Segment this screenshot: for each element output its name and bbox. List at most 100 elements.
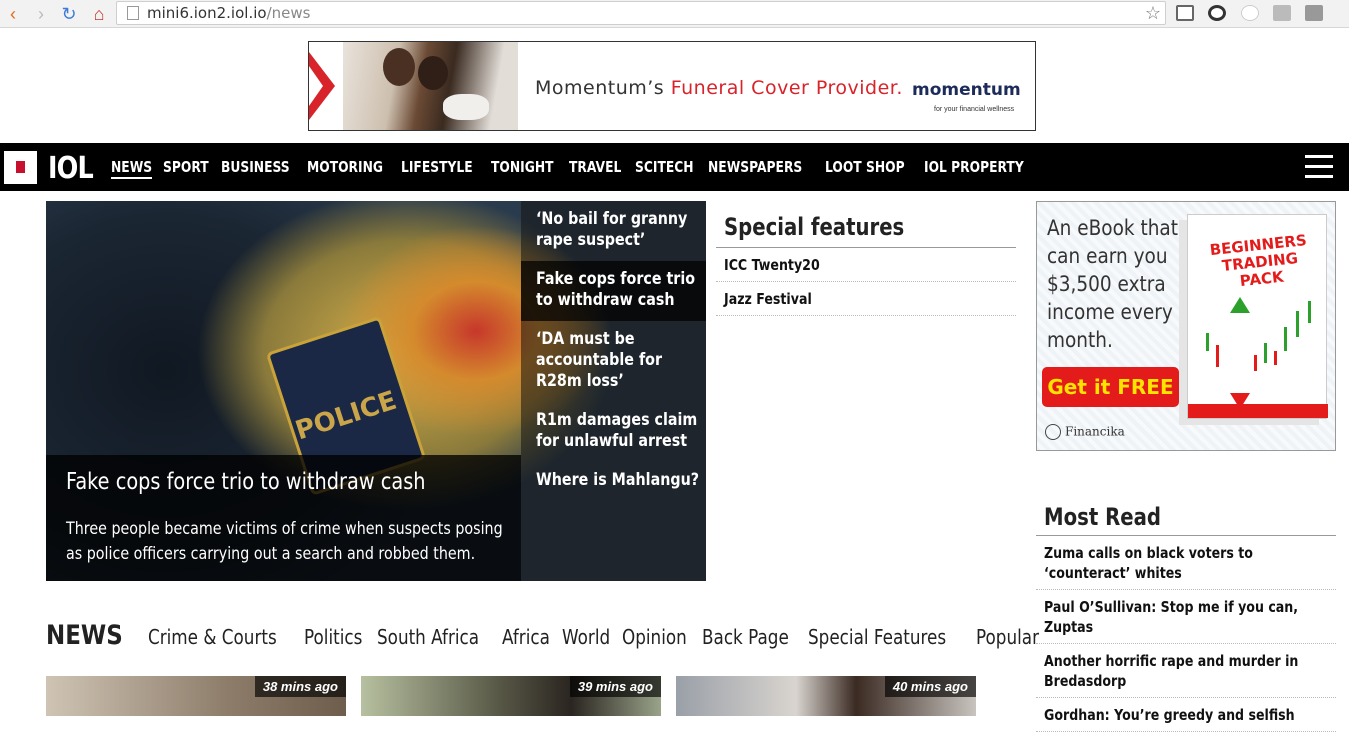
nav-business[interactable]: BUSINESS	[221, 158, 290, 179]
hero-description: Three people became victims of crime whe…	[66, 519, 503, 564]
main-navigation: IOL NEWS SPORT BUSINESS MOTORING LIFESTY…	[0, 143, 1349, 191]
logo-mark	[16, 161, 25, 173]
special-features-title: Special features	[716, 213, 1016, 248]
timestamp: 38 mins ago	[254, 676, 346, 697]
ad-headline: Momentum’s Funeral Cover Provider.	[535, 77, 903, 99]
hero-caption[interactable]: Fake cops force trio to withdraw cash Th…	[46, 455, 521, 581]
reload-icon[interactable]: ↻	[58, 3, 80, 25]
news-section-title[interactable]: NEWS	[46, 620, 123, 651]
home-icon[interactable]: ⌂	[88, 3, 110, 25]
financika-name: Financika	[1065, 424, 1125, 439]
special-item[interactable]: Jazz Festival	[716, 282, 1016, 316]
hero-title[interactable]: Fake cops force trio to withdraw cash	[66, 469, 426, 495]
iol-logo-icon[interactable]	[4, 151, 37, 184]
side-item-label: ‘DA must be accountable for R28m loss’	[536, 329, 663, 391]
ad-line: income every	[1047, 300, 1173, 324]
most-read-title: Most Read	[1036, 503, 1336, 536]
forward-icon[interactable]: ›	[30, 3, 52, 25]
back-icon[interactable]: ‹	[2, 3, 24, 25]
most-read: Most Read Zuma calls on black voters to …	[1036, 503, 1336, 732]
nav-motoring[interactable]: MOTORING	[307, 158, 383, 179]
extension-icon[interactable]	[1241, 5, 1259, 21]
special-features: Special features ICC Twenty20 Jazz Festi…	[716, 213, 1016, 316]
news-tab-south-africa[interactable]: South Africa	[377, 625, 479, 649]
news-tab-opinion[interactable]: Opinion	[622, 625, 687, 649]
nav-newspapers[interactable]: NEWSPAPERS	[708, 158, 802, 179]
nav-links: NEWS SPORT BUSINESS MOTORING LIFESTYLE T…	[111, 158, 1040, 179]
side-advertisement[interactable]: An eBook that can earn you $3,500 extra …	[1036, 201, 1336, 451]
book-title: BEGINNERS TRADING PACK	[1208, 231, 1308, 291]
side-item-label: R1m damages claim for unlawful arrest	[536, 410, 698, 451]
ad-line: An eBook that	[1047, 216, 1178, 240]
ad-brand-lead: Momentum’s	[535, 77, 671, 99]
nav-travel[interactable]: TRAVEL	[569, 158, 621, 179]
photo-person	[418, 56, 448, 90]
ebook-graphic: BEGINNERS TRADING PACK	[1187, 214, 1328, 419]
hamburger-menu-icon[interactable]	[1305, 155, 1333, 179]
news-section-bar: NEWS Crime & Courts Politics South Afric…	[46, 620, 1042, 660]
news-tab-politics[interactable]: Politics	[304, 625, 362, 649]
hero-side-list: ‘No bail for granny rape suspect’ Fake c…	[521, 201, 706, 581]
hero-story[interactable]: POLICE Fake cops force trio to withdraw …	[46, 201, 706, 581]
address-bar[interactable]: mini6.ion2.iol.io/news ☆	[116, 1, 1166, 25]
nav-sport[interactable]: SPORT	[163, 158, 209, 179]
photo-person	[383, 48, 415, 86]
candle	[1308, 301, 1311, 323]
get-it-free-button[interactable]: Get it FREE	[1042, 367, 1179, 407]
special-item[interactable]: ICC Twenty20	[716, 248, 1016, 282]
candle	[1274, 351, 1277, 365]
ad-tagline: for your financial wellness	[934, 106, 1015, 113]
ad-headline-red: Funeral Cover Provider.	[670, 77, 903, 99]
cast-icon[interactable]	[1176, 5, 1194, 21]
nav-scitech[interactable]: SCITECH	[635, 158, 694, 179]
financika-icon	[1045, 424, 1061, 440]
most-read-item[interactable]: Paul O’Sullivan: Stop me if you can, Zup…	[1036, 590, 1336, 644]
browser-toolbar: ‹ › ↻ ⌂ mini6.ion2.iol.io/news ☆	[0, 0, 1349, 28]
candle	[1216, 345, 1219, 367]
iol-logo-text[interactable]: IOL	[48, 151, 94, 186]
news-thumbnail[interactable]: 38 mins ago	[46, 676, 346, 716]
news-tab-special-features[interactable]: Special Features	[808, 625, 946, 649]
most-read-item[interactable]: Another horrific rape and murder in Bred…	[1036, 644, 1336, 698]
bookmark-star-icon[interactable]: ☆	[1145, 3, 1161, 24]
candle	[1254, 355, 1257, 371]
nav-lifestyle[interactable]: LIFESTYLE	[401, 158, 473, 179]
news-tab-africa[interactable]: Africa	[502, 625, 550, 649]
hero-side-item[interactable]: ‘No bail for granny rape suspect’	[521, 201, 706, 259]
candle	[1284, 327, 1287, 351]
hero-side-item[interactable]: Where is Mahlangu?	[521, 462, 706, 499]
most-read-item[interactable]: Zuma calls on black voters to ‘counterac…	[1036, 536, 1336, 590]
nav-tonight[interactable]: TONIGHT	[491, 158, 553, 179]
side-item-label: Fake cops force trio to withdraw cash	[536, 269, 696, 310]
most-read-item[interactable]: Gordhan: You’re greedy and selfish	[1036, 698, 1336, 732]
momentum-logo: momentum	[912, 80, 1021, 100]
extension-icon[interactable]	[1273, 5, 1291, 21]
buy-arrow-icon	[1230, 297, 1250, 313]
arrow-cutout	[309, 66, 323, 106]
ad-line: month.	[1047, 328, 1113, 352]
timestamp: 39 mins ago	[569, 676, 661, 697]
news-thumbnail[interactable]: 40 mins ago	[676, 676, 976, 716]
hero-side-item[interactable]: ‘DA must be accountable for R28m loss’	[521, 321, 706, 400]
nav-news[interactable]: NEWS	[111, 158, 153, 179]
news-tab-popular[interactable]: Popular	[976, 625, 1039, 649]
financika-logo: Financika	[1045, 424, 1125, 440]
ad-line: $3,500 extra	[1047, 272, 1166, 296]
url-host: mini6.ion2.iol.io	[147, 4, 267, 22]
side-item-label: ‘No bail for granny rape suspect’	[536, 209, 688, 250]
nav-loot-shop[interactable]: LOOT SHOP	[825, 158, 905, 179]
side-ad-text: An eBook that can earn you $3,500 extra …	[1047, 214, 1197, 354]
menu-icon[interactable]	[1305, 5, 1323, 21]
page-icon	[127, 6, 139, 20]
candle	[1206, 333, 1209, 351]
hero-side-item[interactable]: R1m damages claim for unlawful arrest	[521, 402, 706, 460]
news-tab-crime-courts[interactable]: Crime & Courts	[148, 625, 277, 649]
news-thumbnail[interactable]: 39 mins ago	[361, 676, 661, 716]
top-advertisement[interactable]: Momentum’s Funeral Cover Provider. momen…	[308, 41, 1036, 131]
news-tab-back-page[interactable]: Back Page	[702, 625, 789, 649]
nav-iol-property[interactable]: IOL PROPERTY	[924, 158, 1024, 179]
hero-side-item-active[interactable]: Fake cops force trio to withdraw cash	[521, 261, 706, 321]
news-tab-world[interactable]: World	[562, 625, 610, 649]
ad-line: can earn you	[1047, 244, 1168, 268]
extension-icon[interactable]	[1208, 5, 1226, 21]
